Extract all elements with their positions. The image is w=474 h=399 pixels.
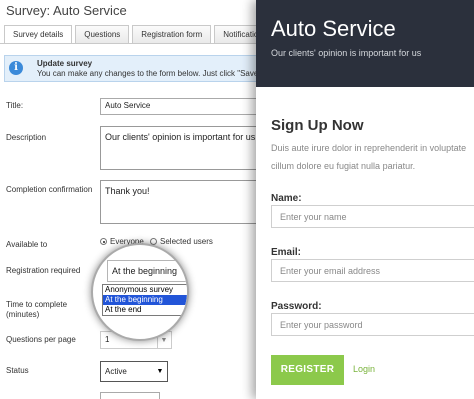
chevron-down-icon: ▼ (155, 364, 165, 379)
email-label: Email: (271, 247, 302, 258)
magnifier-lens: At the beginning Anonymous survey At the… (91, 243, 189, 341)
login-link[interactable]: Login (353, 364, 375, 374)
page-title: Survey: Auto Service (6, 3, 127, 18)
option-anonymous-survey[interactable]: Anonymous survey (103, 285, 187, 295)
password-label: Password: (271, 301, 322, 312)
notice-text: You can make any changes to the form bel… (37, 69, 262, 78)
option-at-the-end[interactable]: At the end (103, 305, 187, 315)
registration-dropdown-list: Anonymous survey At the beginning At the… (102, 284, 187, 316)
tab-divider (0, 43, 262, 44)
tab-notifications[interactable]: Notifications (214, 25, 262, 44)
signup-lead-text: Duis aute irure dolor in reprehenderit i… (271, 143, 467, 171)
description-textarea[interactable]: Our clients' opinion is important for us (100, 126, 262, 170)
signup-title: Sign Up Now (271, 117, 364, 134)
option-at-the-beginning[interactable]: At the beginning (103, 295, 187, 305)
registration-select[interactable]: At the beginning (107, 260, 187, 282)
status-select[interactable]: Active ▼ (100, 361, 168, 382)
email-input[interactable] (271, 259, 474, 282)
tab-questions[interactable]: Questions (75, 25, 130, 44)
password-input[interactable] (271, 313, 474, 336)
radio-selected-users-label: Selected users (160, 237, 213, 246)
signup-header: Auto Service Our clients' opinion is imp… (256, 0, 474, 87)
available-label: Available to (6, 240, 48, 249)
tab-survey-details[interactable]: Survey details (4, 25, 73, 44)
status-value: Active (105, 367, 127, 376)
survey-admin-panel: Survey: Auto Service Survey details Ques… (0, 0, 262, 399)
register-button[interactable]: REGISTER (271, 355, 344, 385)
radio-selected-users[interactable]: Selected users (150, 237, 213, 246)
tab-registration-form[interactable]: Registration form (132, 25, 212, 44)
description-label: Description (6, 133, 47, 142)
signup-panel: Auto Service Our clients' opinion is imp… (256, 0, 474, 399)
status-label: Status (6, 366, 29, 375)
completion-textarea[interactable]: Thank you! (100, 180, 262, 224)
questions-per-page-label: Questions per page (6, 335, 76, 344)
notice-title: Update survey (37, 59, 93, 68)
tab-bar: Survey details Questions Registration fo… (4, 25, 262, 44)
name-input[interactable] (271, 205, 474, 228)
info-icon: i (9, 61, 23, 75)
next-select-partial[interactable] (100, 392, 160, 399)
questions-per-page-value: 1 (105, 335, 110, 344)
brand-title: Auto Service (271, 16, 396, 41)
radio-checked-icon (100, 238, 107, 245)
name-label: Name: (271, 193, 302, 204)
brand-tagline: Our clients' opinion is important for us (271, 48, 422, 58)
info-notice: i Update survey You can make any changes… (4, 55, 262, 82)
time-label: Time to complete (minutes) (6, 300, 68, 319)
title-input[interactable]: Auto Service (100, 98, 262, 115)
registration-label: Registration required (6, 266, 81, 275)
title-label: Title: (6, 101, 24, 110)
completion-label: Completion confirmation (6, 185, 93, 194)
